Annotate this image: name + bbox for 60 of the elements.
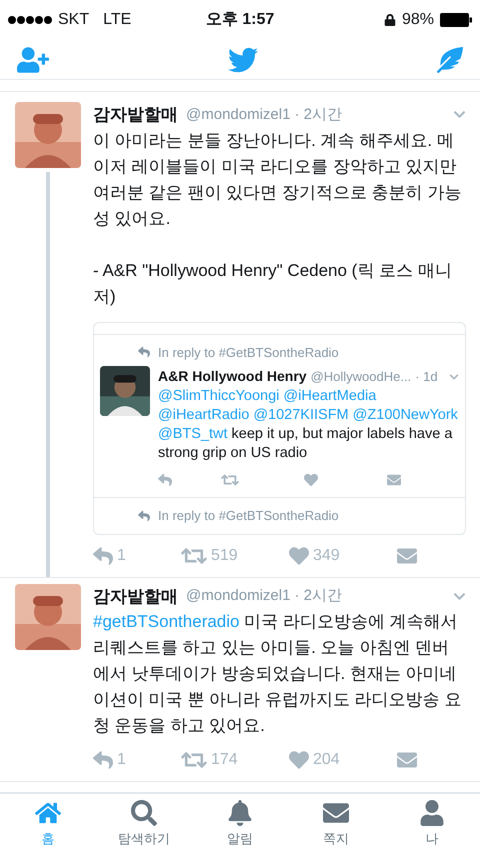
avatar[interactable] xyxy=(15,102,81,168)
bell-icon xyxy=(227,800,253,826)
compose-icon[interactable] xyxy=(437,46,463,72)
avatar[interactable] xyxy=(15,584,81,650)
author-handle[interactable]: @mondomizel1 xyxy=(186,104,290,126)
retweet-count: 174 xyxy=(211,750,238,770)
heart-icon[interactable] xyxy=(289,750,309,770)
link[interactable]: @Z100NewYork xyxy=(352,407,458,423)
tweet-text: - A&R "Hollywood Henry" Cedeno (릭 로스 매니저) xyxy=(93,260,453,308)
add-user-icon[interactable] xyxy=(17,46,49,72)
tab[interactable]: 나 xyxy=(384,794,480,854)
embedded-tweets-card[interactable] xyxy=(93,322,466,534)
author-name[interactable]: 감자밭할매 xyxy=(93,584,178,609)
battery-icon xyxy=(440,13,472,27)
carrier: SKT xyxy=(58,10,90,30)
person-icon xyxy=(419,800,445,826)
tab[interactable]: 알림 xyxy=(192,794,288,854)
tab[interactable]: 탐색하기 xyxy=(96,794,192,854)
envelope-icon[interactable] xyxy=(397,750,417,770)
tweet-time: · 2시간 xyxy=(294,104,342,124)
link[interactable]: @1027KIISFM xyxy=(253,407,349,423)
lock-icon xyxy=(384,14,396,26)
like-count: 204 xyxy=(313,750,340,770)
tweet-text: @SlimThiccYoongi @iHeartMedia @iHeartRadio @1027KIISFM @Z100NewYork @BTS_twt keep it up, but major labels have a strong grip on US radio xyxy=(158,387,459,463)
tab[interactable]: 쪽지 xyxy=(288,794,384,854)
envelope-icon[interactable] xyxy=(397,546,417,566)
tweet-time: · 1d xyxy=(415,368,438,386)
reply-context: In reply to #GetBTSontheRadio xyxy=(158,507,339,525)
reply-icon xyxy=(138,510,150,522)
search-icon xyxy=(131,800,157,826)
link[interactable]: @SlimThiccYoongi xyxy=(158,388,280,404)
tab[interactable]: 홈 xyxy=(0,794,96,854)
envelope-icon[interactable] xyxy=(387,473,401,487)
reply-icon xyxy=(138,346,150,358)
link[interactable]: @iHeartMedia xyxy=(283,388,376,404)
reply-count: 1 xyxy=(117,750,126,770)
like-count: 349 xyxy=(313,546,340,566)
link[interactable]: @BTS_twt xyxy=(158,426,228,442)
heart-icon[interactable] xyxy=(304,473,318,487)
reply-icon[interactable] xyxy=(93,546,113,566)
network-type: LTE xyxy=(103,10,132,30)
link[interactable]: @iHeartRadio xyxy=(158,407,250,423)
author-name[interactable]: A&R Hollywood Henry xyxy=(158,366,307,387)
author-name[interactable]: 감자밭할매 xyxy=(93,102,178,128)
reply-icon[interactable] xyxy=(158,473,172,487)
author-handle[interactable]: @HollywoodHe... xyxy=(310,366,412,386)
author-handle[interactable]: @mondomizel1 xyxy=(186,585,290,608)
heart-icon[interactable] xyxy=(289,546,309,566)
battery-percent: 98% xyxy=(402,10,434,30)
reply-icon[interactable] xyxy=(93,750,113,770)
tweet-text: 이 아미라는 분들 장난아니다. 계속 해주세요. 메이저 레이블들이 미국 라디오를 장악하고 있지만 여러분 같은 팬이 있다면 장기적으로 충분히 가능성 있어요. xyxy=(93,130,462,230)
chevron-icon[interactable] xyxy=(449,372,459,382)
clock: 오후 1:57 xyxy=(206,10,274,30)
reply-count: 1 xyxy=(117,546,126,566)
retweet-count: 519 xyxy=(211,546,238,566)
tweet-text: #getBTSontheradio 미국 라디오방송에 계속해서 리퀘스트를 하고 있는 아미들. 오늘 아침엔 덴버에서 낫투데이가 방송되었습니다. 현재는 아미네이션이 미국 뿐 아니라 유럽까지도 라디오방송 요청 운동을 하고 있어요. xyxy=(93,611,462,737)
link[interactable]: #getBTSontheradio xyxy=(93,612,240,631)
tweet-time: · 2시간 xyxy=(294,586,342,606)
signal-icon xyxy=(8,16,52,24)
reply-context: In reply to #GetBTSontheRadio xyxy=(158,344,339,362)
